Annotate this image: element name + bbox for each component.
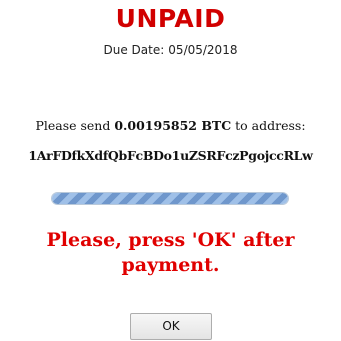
ok-instruction-line-1: Please, press 'OK' after — [46, 229, 295, 251]
bitcoin-address: 1ArFDfkXdfQbFcBDo1uZSRFczPgojccRLw — [28, 148, 313, 163]
due-date: Due Date: 05/05/2018 — [0, 42, 341, 58]
payment-dialog: UNPAID Due Date: 05/05/2018 Please send 0… — [0, 0, 341, 341]
progress-bar — [51, 192, 289, 205]
ok-button[interactable]: OK — [130, 313, 212, 340]
status-title: UNPAID — [115, 4, 226, 33]
due-date-label: Due Date: — [103, 43, 165, 57]
ok-instruction-line-2: payment. — [121, 254, 220, 276]
send-suffix: to address: — [235, 118, 306, 133]
due-date-value: 05/05/2018 — [168, 43, 238, 57]
btc-amount: 0.00195852 BTC — [114, 118, 232, 133]
send-prefix: Please send — [35, 118, 111, 133]
payment-instructions: Please send 0.00195852 BTC to address: — [0, 118, 341, 134]
progress-bar-fill — [52, 193, 288, 204]
ok-instruction: Please, press 'OK' after payment. — [0, 228, 341, 278]
